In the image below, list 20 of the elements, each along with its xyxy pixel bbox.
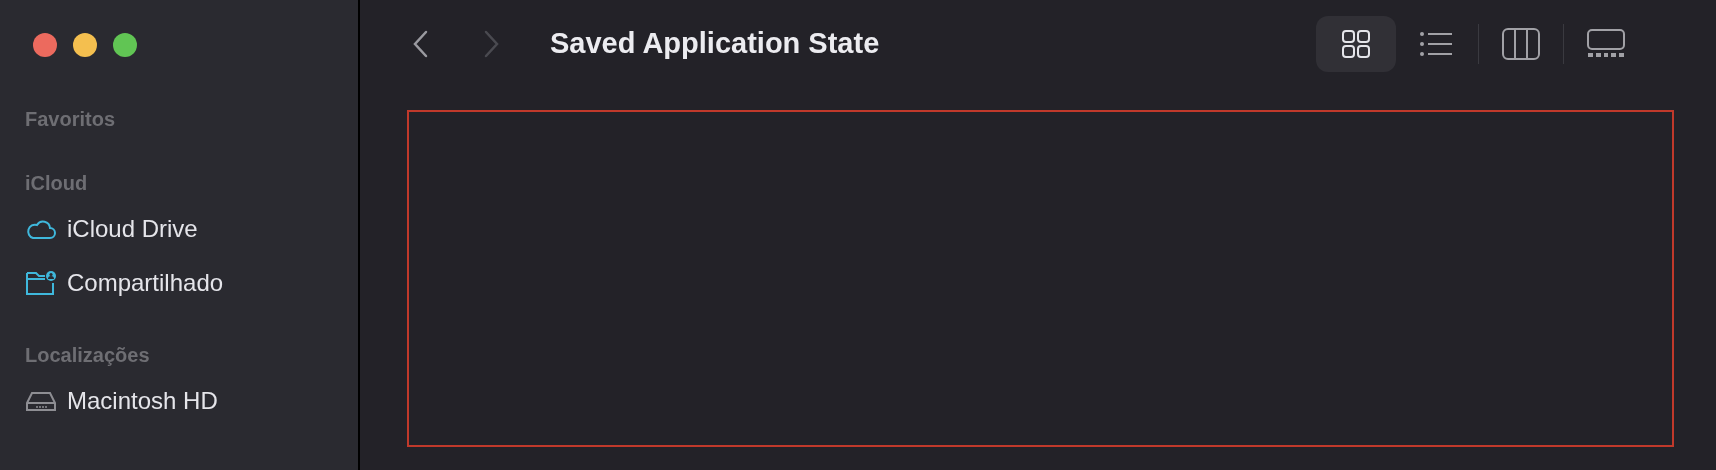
shared-folder-icon xyxy=(25,270,57,296)
chevron-left-icon xyxy=(412,30,428,58)
columns-icon xyxy=(1502,28,1540,60)
minimize-window-button[interactable] xyxy=(73,33,97,57)
list-icon xyxy=(1419,31,1453,57)
zoom-window-button[interactable] xyxy=(113,33,137,57)
sidebar-section-header: iCloud xyxy=(25,171,89,195)
cloud-icon xyxy=(25,218,57,240)
sidebar-item[interactable]: iCloud Drive xyxy=(25,209,358,249)
close-window-button[interactable] xyxy=(33,33,57,57)
sidebar-item[interactable]: Macintosh HD xyxy=(25,381,358,421)
chevron-right-icon xyxy=(484,30,500,58)
disk-icon xyxy=(25,390,57,412)
sidebar-item[interactable]: Compartilhado xyxy=(25,263,358,303)
sidebar-section-header: Localizações xyxy=(25,343,151,367)
grid-icon xyxy=(1341,29,1371,59)
view-mode-button[interactable] xyxy=(1316,16,1396,72)
window-title: Saved Application State xyxy=(550,26,880,62)
gallery-icon xyxy=(1587,29,1625,59)
sidebar-section-header: Favoritos xyxy=(25,107,117,131)
